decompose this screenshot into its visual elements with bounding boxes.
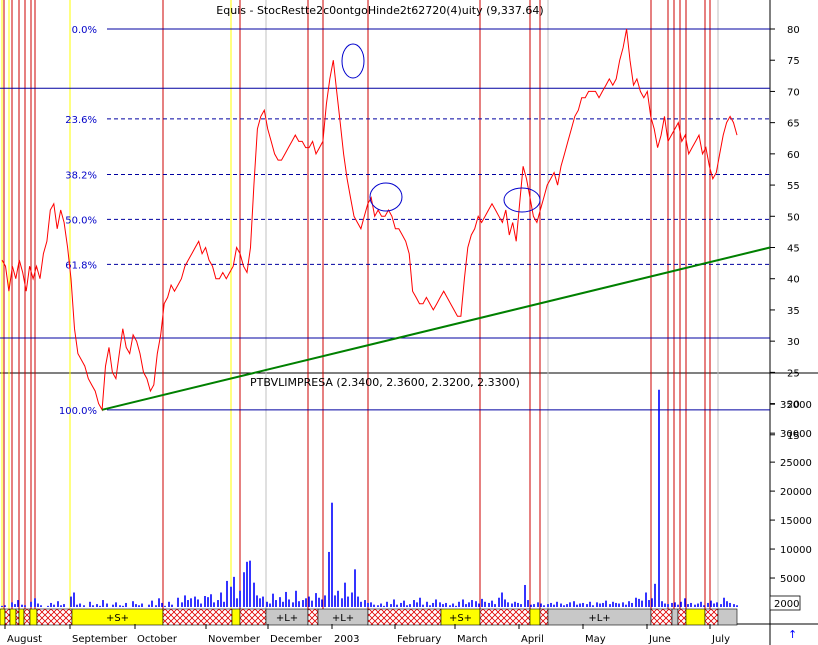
price-axis-tick-label: 30 <box>787 337 800 348</box>
price-axis-tick-label: 80 <box>787 25 800 36</box>
date-axis-tick-label: August <box>7 634 42 645</box>
band-label: +L+ <box>332 613 354 624</box>
band-short <box>18 608 25 626</box>
band-label: +L+ <box>276 613 298 624</box>
band-hatched <box>162 608 233 626</box>
price-axis-tick-label: 35 <box>787 306 800 317</box>
price-axis-tick-label: 70 <box>787 87 800 98</box>
band-hatched <box>36 608 73 626</box>
band-hatched <box>367 608 442 626</box>
price-axis-tick-label: 75 <box>787 56 800 67</box>
fib-level-label: 50.0% <box>65 215 97 226</box>
date-axis-tick-label: March <box>457 634 487 645</box>
date-axis-tick-label: December <box>270 634 323 645</box>
highlight-circle <box>503 187 541 213</box>
band-short <box>0 608 6 626</box>
band-short <box>529 608 541 626</box>
price-chart-title: Equis - StocRestte2c0ontgoHinde2t62720(4… <box>216 4 543 17</box>
volume-panel <box>1 389 738 607</box>
volume-axis-tick-label: 30000 <box>780 429 812 440</box>
band-hatched <box>23 608 31 626</box>
band-hatched <box>539 608 549 626</box>
price-axis-tick-label: 40 <box>787 275 800 286</box>
highlight-circle <box>369 182 403 212</box>
band-hatched <box>479 608 531 626</box>
volume-axis-tick-label: 5000 <box>780 574 805 585</box>
fib-level-label: 23.6% <box>65 115 97 126</box>
band-hatched <box>704 608 719 626</box>
volume-axis-tick-label: 20000 <box>780 487 812 498</box>
volume-axis-tick-label: 35000 <box>780 400 812 411</box>
price-axis-tick-label: 25 <box>787 368 800 379</box>
band-hatched <box>4 608 11 626</box>
fib-level-label: 100.0% <box>59 406 97 417</box>
scroll-up-icon[interactable]: ↑ <box>788 628 797 641</box>
volume-top-right-value: 2000 <box>774 599 799 610</box>
date-axis-tick-label: May <box>585 634 606 645</box>
volume-axis-tick-label: 25000 <box>780 458 812 469</box>
date-axis-tick-label: February <box>397 634 441 645</box>
band-label: +S+ <box>106 613 129 624</box>
event-markers <box>1 0 719 624</box>
band-short <box>9 608 17 626</box>
date-axis-tick-label: July <box>711 634 730 645</box>
price-axis-tick-label: 55 <box>787 181 800 192</box>
date-axis-tick-label: 2003 <box>334 634 359 645</box>
band-label: +S+ <box>449 613 472 624</box>
volume-axis-tick-label: 10000 <box>780 545 812 556</box>
band-hatched <box>677 608 687 626</box>
band-hatched <box>15 608 20 626</box>
band-hatched <box>239 608 267 626</box>
date-axis-tick-label: June <box>648 634 671 645</box>
date-axis-tick-label: October <box>137 634 178 645</box>
date-axis-tick-label: November <box>208 634 261 645</box>
fibonacci-retracement: 0.0%23.6%38.2%50.0%61.8%100.0% <box>0 25 770 417</box>
fib-level-label: 0.0% <box>72 25 97 36</box>
fib-level-label: 38.2% <box>65 170 97 181</box>
price-axis-tick-label: 45 <box>787 244 800 255</box>
volume-axis-tick-label: 15000 <box>780 516 812 527</box>
stock-chart: 0.0%23.6%38.2%50.0%61.8%100.0% +S+ +L+ +L+… <box>0 0 818 645</box>
date-axis-tick-label: April <box>521 634 544 645</box>
band-short <box>29 608 38 626</box>
price-axis-tick-label: 60 <box>787 150 800 161</box>
volume-chart-title: PTBVLIMPRESA (2.3400, 2.3600, 2.3200, 2.… <box>250 376 520 389</box>
band-label: +L+ <box>588 613 610 624</box>
price-axis-tick-label: 65 <box>787 119 800 130</box>
price-axis-tick-label: 50 <box>787 212 800 223</box>
band-hatched <box>307 608 319 626</box>
band-short <box>231 608 241 626</box>
band-long <box>717 608 738 626</box>
highlight-circle <box>341 43 365 79</box>
date-axis-tick-label: September <box>72 634 128 645</box>
band-hatched <box>650 608 673 626</box>
signal-bands: +S+ +L+ +L+ +S+ +L+ <box>0 608 738 626</box>
titles: Equis - StocRestte2c0ontgoHinde2t62720(4… <box>216 4 799 610</box>
band-short <box>685 608 706 626</box>
band-long <box>671 608 679 626</box>
